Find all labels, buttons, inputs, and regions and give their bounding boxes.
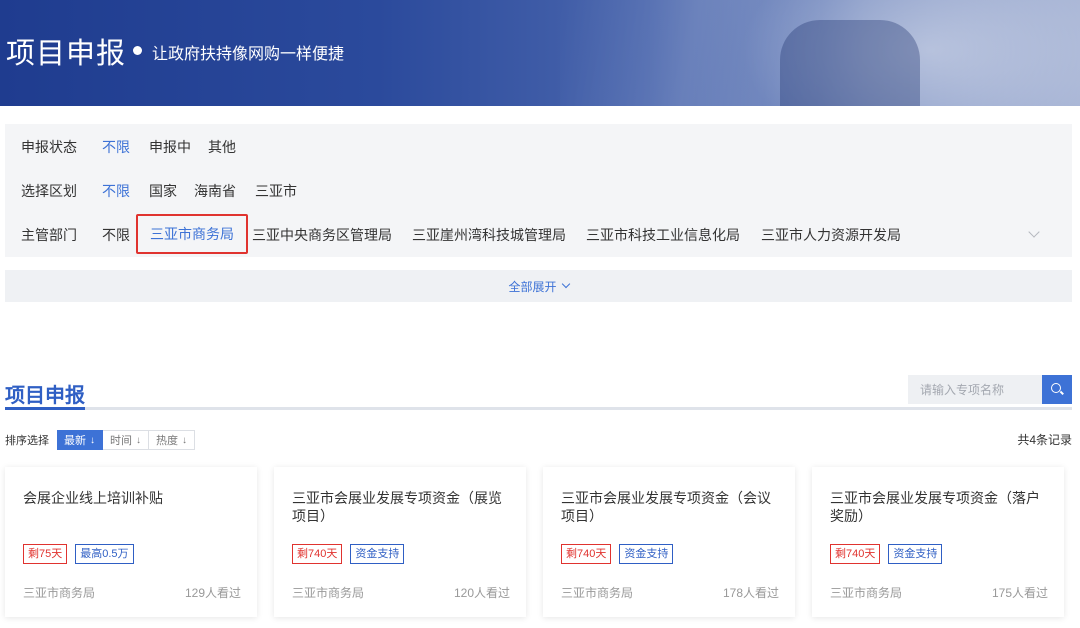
search-input[interactable] <box>908 375 1042 404</box>
filter-dept-option-yazhou-bay[interactable]: 三亚崖州湾科技城管理局 <box>412 225 566 245</box>
filter-status-option-any[interactable]: 不限 <box>102 137 130 157</box>
project-card-title: 三亚市会展业发展专项资金（会议项目） <box>561 490 771 524</box>
filter-dept-option-commerce-selected[interactable]: 三亚市商务局 <box>136 214 248 254</box>
expand-all-label: 全部展开 <box>508 279 557 294</box>
section-title: 项目申报 <box>5 385 85 407</box>
search-button[interactable] <box>1042 375 1072 404</box>
sort-popularity-button[interactable]: 热度 ↓ <box>149 430 195 450</box>
filter-region-option-hainan[interactable]: 海南省 <box>194 181 236 201</box>
filter-label-region: 选择区划 <box>21 183 77 199</box>
days-left-tag: 剩740天 <box>292 544 343 564</box>
page-banner: 项目申报 让政府扶持像网购一样便捷 <box>0 0 1080 106</box>
project-card-department: 三亚市商务局 <box>561 586 634 600</box>
project-card-tags: 剩740天 资金支持 <box>292 544 405 564</box>
sort-newest-button[interactable]: 最新 ↓ <box>57 430 103 450</box>
project-card[interactable]: 三亚市会展业发展专项资金（落户奖励） 剩740天 资金支持 三亚市商务局 175… <box>812 467 1064 617</box>
section-divider <box>5 407 1072 410</box>
project-card-views: 129人看过 <box>184 586 241 600</box>
project-card-tags: 剩740天 资金支持 <box>830 544 943 564</box>
page-slogan: 让政府扶持像网购一样便捷 <box>152 46 345 63</box>
project-card-views: 178人看过 <box>722 586 779 600</box>
filter-label-status: 申报状态 <box>21 139 77 155</box>
project-card-title: 三亚市会展业发展专项资金（落户奖励） <box>830 490 1040 524</box>
chevron-down-icon <box>561 279 570 289</box>
project-card-department: 三亚市商务局 <box>23 586 96 600</box>
project-card-tags: 剩740天 资金支持 <box>561 544 674 564</box>
arrow-down-icon: ↓ <box>136 434 141 446</box>
project-card-views: 175人看过 <box>991 586 1048 600</box>
arrow-down-icon: ↓ <box>90 434 95 446</box>
chevron-down-icon[interactable] <box>1028 226 1040 238</box>
record-count: 共4条记录 <box>1017 433 1072 447</box>
sort-time-button[interactable]: 时间 ↓ <box>103 430 149 450</box>
days-left-tag: 剩75天 <box>23 544 68 564</box>
filter-status-option-other[interactable]: 其他 <box>208 137 236 157</box>
sort-popularity-label: 热度 <box>156 435 178 447</box>
search-box <box>908 375 1072 404</box>
filter-label-department: 主管部门 <box>21 227 77 243</box>
days-left-tag: 剩740天 <box>561 544 612 564</box>
sort-newest-label: 最新 <box>64 435 86 447</box>
filter-panel: 申报状态 不限 申报中 其他 选择区划 不限 国家 海南省 三亚市 主管部门 不… <box>5 124 1072 257</box>
sort-label: 排序选择 <box>5 435 49 447</box>
project-card-department: 三亚市商务局 <box>830 586 903 600</box>
filter-dept-option-tech-industry[interactable]: 三亚市科技工业信息化局 <box>586 225 740 245</box>
project-card[interactable]: 三亚市会展业发展专项资金（展览项目） 剩740天 资金支持 三亚市商务局 120… <box>274 467 526 617</box>
filter-status-option-applying[interactable]: 申报中 <box>149 137 191 157</box>
page-title: 项目申报 <box>6 38 127 70</box>
project-card-title: 三亚市会展业发展专项资金（展览项目） <box>292 490 502 524</box>
filter-dept-option-cbd[interactable]: 三亚中央商务区管理局 <box>252 225 392 245</box>
project-card-department: 三亚市商务局 <box>292 586 365 600</box>
filter-dept-option-hr[interactable]: 三亚市人力资源开发局 <box>761 225 901 245</box>
search-icon-handle <box>1060 390 1064 395</box>
project-card[interactable]: 会展企业线上培训补贴 剩75天 最高0.5万 三亚市商务局 129人看过 <box>5 467 257 617</box>
project-card-views: 120人看过 <box>453 586 510 600</box>
support-tag: 资金支持 <box>888 544 943 564</box>
expand-all-button[interactable]: 全部展开 <box>5 270 1072 302</box>
support-tag: 最高0.5万 <box>75 544 134 564</box>
project-card-tags: 剩75天 最高0.5万 <box>23 544 134 564</box>
filter-region-option-sanya[interactable]: 三亚市 <box>255 181 297 201</box>
support-tag: 资金支持 <box>619 544 674 564</box>
project-card[interactable]: 三亚市会展业发展专项资金（会议项目） 剩740天 资金支持 三亚市商务局 178… <box>543 467 795 617</box>
arrow-down-icon: ↓ <box>182 434 187 446</box>
days-left-tag: 剩740天 <box>830 544 881 564</box>
filter-region-option-any[interactable]: 不限 <box>102 181 130 201</box>
sort-bar: 排序选择 最新 ↓ 时间 ↓ 热度 ↓ <box>5 430 195 450</box>
title-separator-dot <box>133 46 142 55</box>
project-card-title: 会展企业线上培训补贴 <box>23 490 163 506</box>
filter-region-option-national[interactable]: 国家 <box>149 181 177 201</box>
filter-dept-option-any[interactable]: 不限 <box>102 225 130 245</box>
support-tag: 资金支持 <box>350 544 405 564</box>
banner-background-figure <box>780 20 920 106</box>
sort-time-label: 时间 <box>110 435 132 447</box>
section-divider-accent <box>5 407 85 410</box>
